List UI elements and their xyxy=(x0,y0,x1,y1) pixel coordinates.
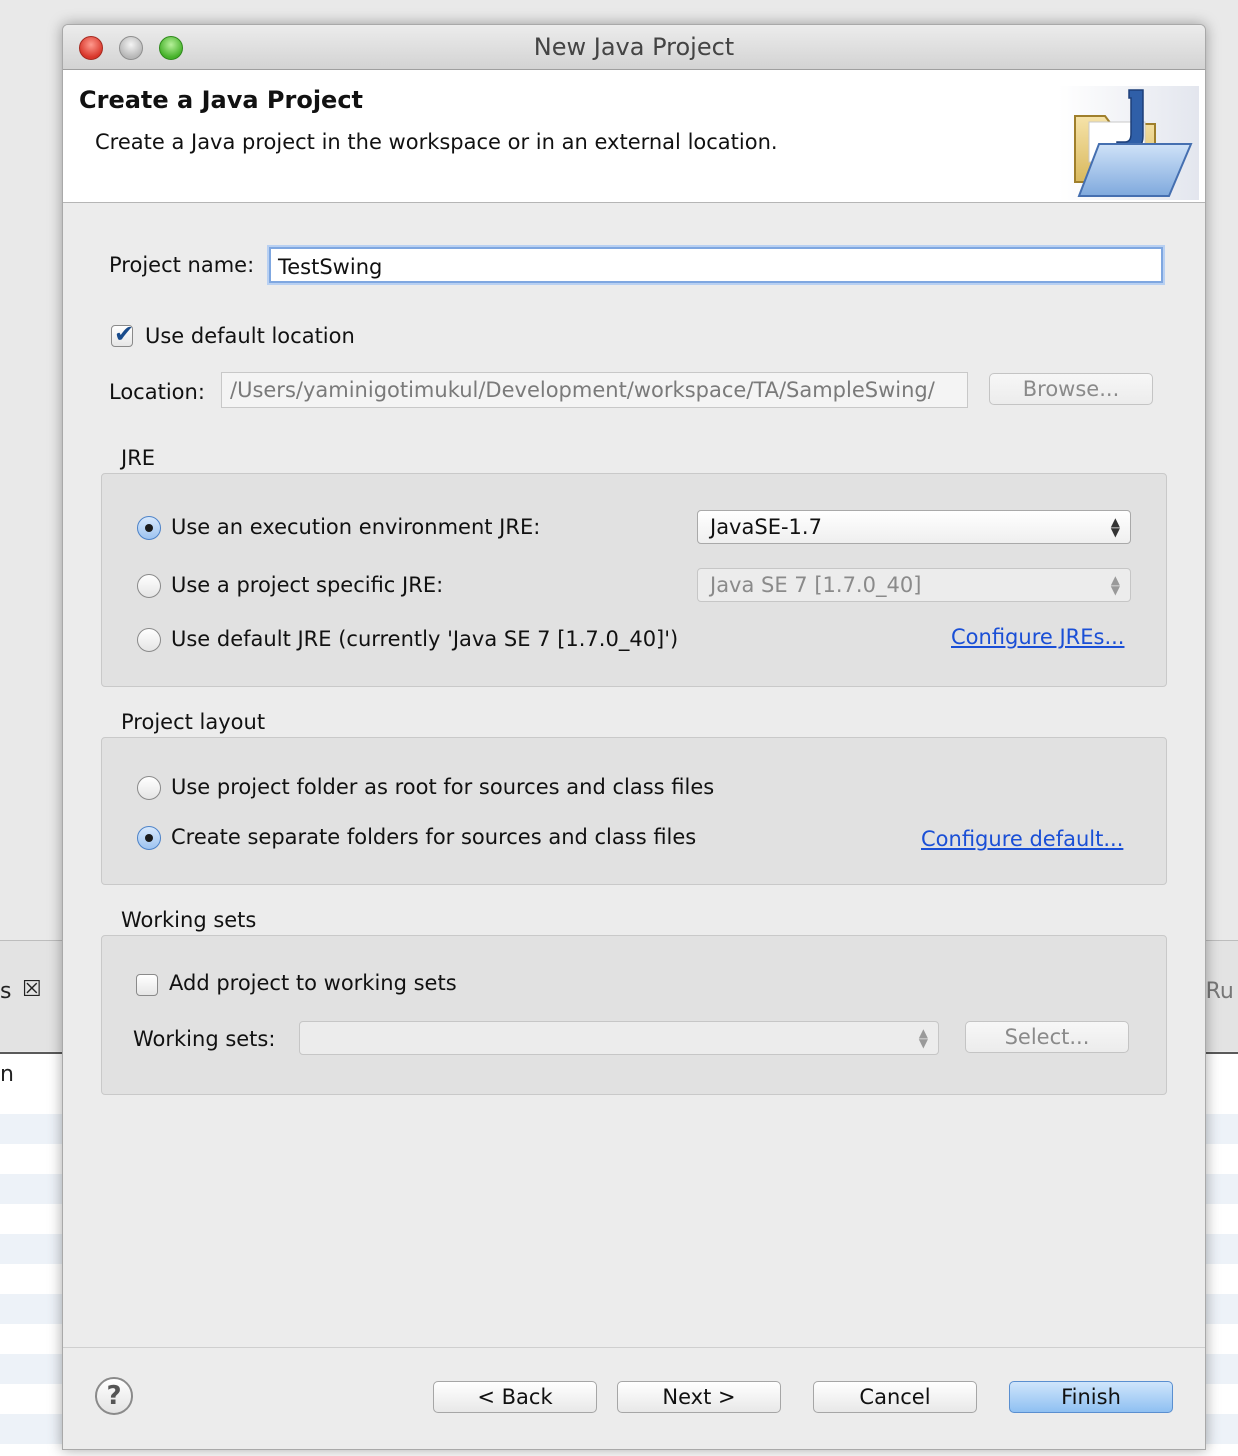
exec-env-jre-label: Use an execution environment JRE: xyxy=(171,515,541,539)
working-sets-label: Working sets: xyxy=(133,1027,276,1051)
project-layout-group xyxy=(101,737,1167,885)
window-title: New Java Project xyxy=(533,33,735,61)
background-left-tab: s ☒ xyxy=(0,940,62,1051)
help-icon[interactable]: ? xyxy=(95,1377,133,1415)
radio-dot xyxy=(145,834,153,842)
project-name-label: Project name: xyxy=(109,253,255,277)
java-project-folder-icon xyxy=(1059,86,1199,200)
wizard-header: Create a Java Project Create a Java proj… xyxy=(63,70,1205,203)
project-layout-group-label: Project layout xyxy=(121,710,266,734)
exec-env-select-value: JavaSE-1.7 xyxy=(710,515,822,539)
add-to-working-sets-label: Add project to working sets xyxy=(169,971,457,995)
project-folder-root-radio[interactable] xyxy=(137,776,161,800)
jre-group-label: JRE xyxy=(121,446,156,470)
separate-folders-radio[interactable] xyxy=(137,826,161,850)
configure-jres-link[interactable]: Configure JREs... xyxy=(951,625,1124,649)
use-default-location-label: Use default location xyxy=(145,324,355,348)
exec-env-jre-radio[interactable] xyxy=(137,516,161,540)
project-folder-root-label: Use project folder as root for sources a… xyxy=(171,775,715,799)
working-sets-group xyxy=(101,935,1167,1095)
project-specific-jre-select[interactable]: Java SE 7 [1.7.0_40] ▲ ▼ xyxy=(697,568,1131,602)
location-label: Location: xyxy=(109,380,205,404)
browse-button[interactable]: Browse... xyxy=(989,373,1153,405)
working-sets-select[interactable]: ▲ ▼ xyxy=(299,1021,939,1055)
title-bar[interactable]: New Java Project xyxy=(63,25,1205,70)
chevron-updown-icon: ▲ ▼ xyxy=(1110,515,1120,539)
cancel-button[interactable]: Cancel xyxy=(813,1381,977,1413)
back-button[interactable]: < Back xyxy=(433,1381,597,1413)
project-specific-jre-radio[interactable] xyxy=(137,574,161,598)
exec-env-select[interactable]: JavaSE-1.7 ▲ ▼ xyxy=(697,510,1131,544)
default-jre-radio[interactable] xyxy=(137,628,161,652)
background-right-tab: t Ru xyxy=(1190,940,1238,1051)
select-working-sets-button[interactable]: Select... xyxy=(965,1021,1129,1053)
page-description: Create a Java project in the workspace o… xyxy=(95,130,778,154)
new-java-project-dialog: New Java Project Create a Java Project C… xyxy=(62,24,1206,1450)
project-specific-jre-label: Use a project specific JRE: xyxy=(171,573,444,597)
location-field: /Users/yaminigotimukul/Development/works… xyxy=(221,372,968,408)
project-name-input[interactable]: TestSwing xyxy=(269,247,1163,283)
configure-default-link[interactable]: Configure default... xyxy=(921,827,1123,851)
checkmark-icon: ✔ xyxy=(114,320,135,348)
background-tab-label: s xyxy=(0,979,12,1004)
separate-folders-label: Create separate folders for sources and … xyxy=(171,825,697,849)
project-specific-jre-value: Java SE 7 [1.7.0_40] xyxy=(710,573,922,597)
page-title: Create a Java Project xyxy=(79,86,364,114)
background-list-text: n xyxy=(0,1062,14,1087)
chevron-updown-icon: ▲ ▼ xyxy=(1110,573,1120,597)
finish-button[interactable]: Finish xyxy=(1009,1381,1173,1413)
working-sets-group-label: Working sets xyxy=(121,908,257,932)
use-default-location-checkbox[interactable]: ✔ xyxy=(111,320,134,348)
add-to-working-sets-checkbox[interactable] xyxy=(136,974,158,996)
close-icon[interactable]: ☒ xyxy=(22,977,42,1002)
next-button[interactable]: Next > xyxy=(617,1381,781,1413)
default-jre-label: Use default JRE (currently 'Java SE 7 [1… xyxy=(171,627,679,651)
radio-dot xyxy=(145,524,153,532)
chevron-updown-icon: ▲ ▼ xyxy=(918,1026,928,1050)
